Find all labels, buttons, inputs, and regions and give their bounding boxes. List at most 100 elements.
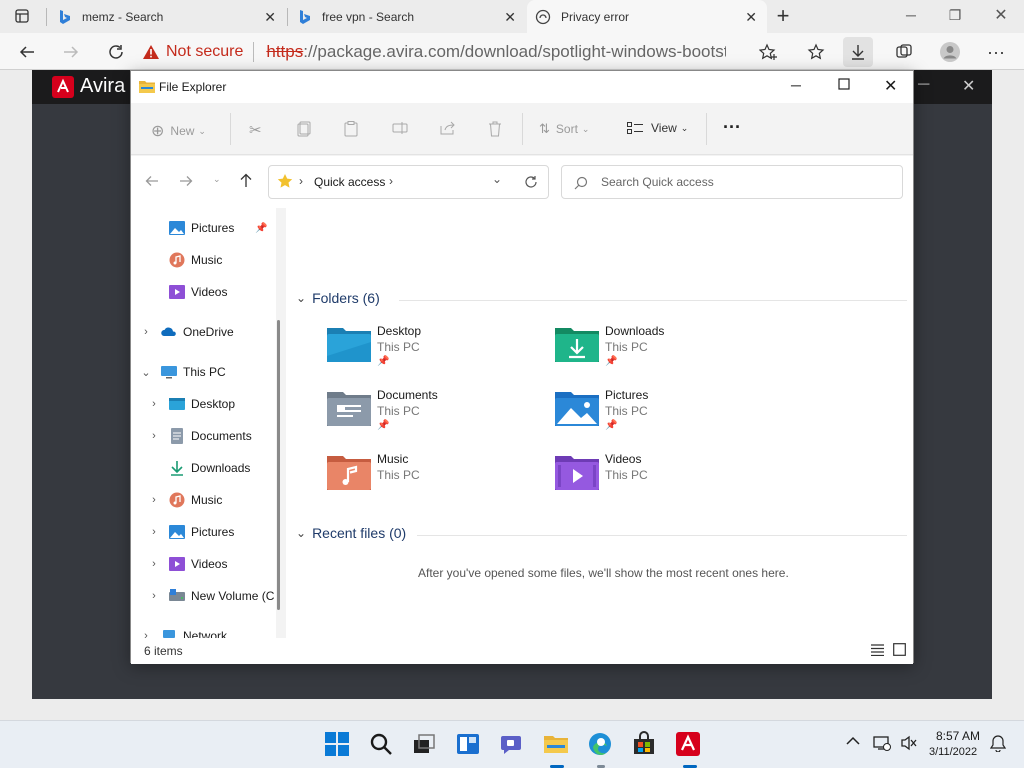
nav-item-downloads[interactable]: Downloads (169, 454, 250, 482)
browser-tab-memz[interactable]: memz - Search ✕ (56, 0, 286, 33)
minimize-window-icon[interactable]: ─ (791, 77, 801, 93)
favorites-icon[interactable] (801, 37, 831, 67)
url-text[interactable]: https://package.avira.com/download/spotl… (266, 42, 726, 62)
warning-icon[interactable] (142, 44, 160, 60)
chevron-right-icon[interactable]: › (141, 630, 151, 638)
new-button[interactable]: ⊕ New ⌄ (151, 121, 206, 141)
chevron-right-icon[interactable]: › (149, 398, 159, 410)
address-dropdown-icon[interactable]: ⌄ (492, 172, 502, 186)
folders-section-header[interactable]: ⌄ Folders (6) (296, 290, 380, 306)
breadcrumb-quick-access[interactable]: Quick access (314, 175, 385, 189)
add-favorite-icon[interactable] (753, 37, 783, 67)
start-icon[interactable] (324, 731, 352, 759)
nav-item-this-pc[interactable]: ⌄ This PC (141, 358, 225, 386)
share-icon[interactable] (440, 121, 456, 135)
folder-music[interactable]: Music This PC (327, 452, 527, 500)
nav-item-music-pinned[interactable]: Music (169, 246, 222, 274)
close-window-icon[interactable]: ✕ (884, 76, 897, 96)
tab-actions-icon[interactable] (14, 8, 30, 24)
chevron-down-icon[interactable]: ⌄ (141, 366, 151, 379)
nav-item-documents[interactable]: › Documents (149, 422, 252, 450)
chevron-right-icon[interactable]: › (149, 526, 159, 538)
bing-icon (56, 9, 72, 25)
folder-desktop[interactable]: Desktop This PC 📌 (327, 324, 527, 372)
edge-icon[interactable] (587, 731, 615, 759)
back-icon[interactable] (145, 174, 159, 188)
tiles-view-icon[interactable] (893, 643, 906, 656)
chevron-right-icon[interactable]: › (149, 590, 159, 602)
avira-minimize-icon[interactable]: ─ (918, 76, 929, 94)
nav-item-music[interactable]: › Music (149, 486, 222, 514)
restore-window-icon[interactable]: ❐ (932, 0, 978, 30)
nav-item-videos[interactable]: › Videos (149, 550, 227, 578)
chevron-right-icon[interactable]: › (149, 558, 159, 570)
not-secure-label[interactable]: Not secure (166, 43, 243, 61)
search-icon[interactable] (368, 731, 396, 759)
chevron-right-icon[interactable]: › (149, 430, 159, 442)
browser-tab-free-vpn[interactable]: free vpn - Search ✕ (296, 0, 526, 33)
copy-icon[interactable] (297, 121, 311, 137)
clock-time[interactable]: 8:57 AM (936, 729, 980, 743)
settings-more-icon[interactable]: ··· (981, 37, 1011, 67)
volume-muted-icon[interactable] (900, 735, 918, 751)
nav-scrollbar-thumb[interactable] (277, 320, 280, 610)
show-hidden-icons[interactable] (846, 736, 860, 746)
chevron-right-icon[interactable]: › (149, 494, 159, 506)
forward-icon[interactable] (179, 174, 193, 188)
sort-button[interactable]: ⇅ Sort ⌄ (539, 121, 589, 137)
chevron-right-icon[interactable]: › (141, 326, 151, 338)
nav-item-videos-pinned[interactable]: Videos (169, 278, 227, 306)
folder-documents[interactable]: Documents This PC 📌 (327, 388, 527, 436)
nav-item-network[interactable]: › Network (141, 622, 227, 638)
forward-icon[interactable] (56, 37, 86, 67)
search-input[interactable]: Search Quick access (561, 165, 903, 199)
close-tab-icon[interactable]: ✕ (504, 9, 516, 26)
store-icon[interactable] (631, 731, 659, 759)
task-view-icon[interactable] (411, 731, 439, 759)
close-tab-icon[interactable]: ✕ (745, 9, 757, 26)
chevron-right-icon[interactable]: › (299, 174, 303, 188)
chat-icon[interactable] (499, 731, 527, 759)
details-view-icon[interactable] (871, 644, 884, 656)
see-more-button[interactable]: ··· (723, 117, 741, 138)
address-bar[interactable]: Not secure https://package.avira.com/dow… (142, 37, 792, 67)
paste-icon[interactable] (344, 121, 358, 137)
nav-item-pictures[interactable]: › Pictures (149, 518, 234, 546)
downloads-icon[interactable] (843, 37, 873, 67)
delete-icon[interactable] (488, 121, 502, 137)
nav-item-new-volume[interactable]: › New Volume (C (149, 582, 274, 610)
folder-pictures[interactable]: Pictures This PC 📌 (555, 388, 755, 436)
close-window-icon[interactable]: ✕ (978, 0, 1024, 30)
notifications-icon[interactable] (990, 734, 1006, 752)
address-bar[interactable]: › Quick access › ⌄ (268, 165, 549, 199)
chevron-right-icon[interactable]: › (389, 174, 393, 188)
browser-tab-privacy-error[interactable]: Privacy error ✕ (527, 0, 767, 33)
view-button[interactable]: View ⌄ (627, 121, 688, 135)
nav-item-onedrive[interactable]: › OneDrive (141, 318, 234, 346)
nav-item-pictures-pinned[interactable]: Pictures 📌 (169, 214, 267, 242)
maximize-window-icon[interactable] (838, 78, 850, 90)
profile-avatar[interactable] (935, 37, 965, 67)
folder-videos[interactable]: Videos This PC (555, 452, 755, 500)
file-explorer-taskbar-icon[interactable] (543, 731, 571, 759)
cut-icon[interactable]: ✂ (249, 121, 262, 139)
network-status-icon[interactable] (873, 735, 891, 751)
up-icon[interactable] (239, 173, 253, 188)
nav-item-desktop[interactable]: › Desktop (149, 390, 235, 418)
clock-date[interactable]: 3/11/2022 (929, 746, 977, 758)
avira-taskbar-icon[interactable] (675, 731, 703, 759)
rename-icon[interactable] (392, 121, 408, 135)
folder-downloads[interactable]: Downloads This PC 📌 (555, 324, 755, 372)
avira-close-icon[interactable]: ✕ (962, 76, 975, 96)
refresh-icon[interactable] (101, 37, 131, 67)
recent-files-section-header[interactable]: ⌄ Recent files (0) (296, 525, 406, 541)
back-icon[interactable] (12, 37, 42, 67)
file-explorer-titlebar[interactable]: File Explorer ─ ✕ (131, 71, 913, 103)
refresh-icon[interactable] (524, 175, 538, 189)
close-tab-icon[interactable]: ✕ (264, 9, 276, 26)
new-tab-button[interactable]: + (773, 3, 793, 29)
minimize-window-icon[interactable]: ─ (888, 0, 934, 30)
widgets-icon[interactable] (455, 731, 483, 759)
collections-icon[interactable] (889, 37, 919, 67)
recent-locations-icon[interactable]: ⌄ (213, 174, 221, 185)
